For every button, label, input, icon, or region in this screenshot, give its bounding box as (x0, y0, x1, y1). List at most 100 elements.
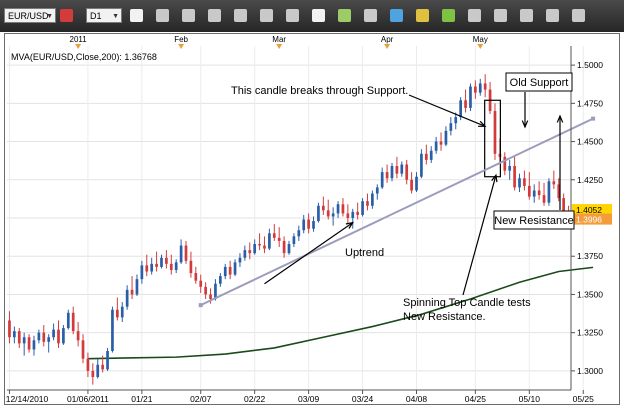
candle-body (341, 204, 345, 214)
candle-body (380, 172, 384, 188)
candle-body (405, 164, 409, 180)
candle-body (243, 250, 247, 258)
candle-body (292, 236, 296, 244)
candle-body (371, 193, 374, 206)
pencil-icon[interactable] (416, 9, 429, 22)
x-tick-label: 05/25 (573, 394, 595, 404)
spinning-top-arrow (462, 175, 497, 296)
candle-body (537, 190, 541, 196)
candle-body (469, 86, 472, 108)
candle-body (400, 164, 404, 174)
candle-body (483, 83, 487, 90)
candle-body (361, 201, 364, 215)
candle-body (145, 265, 149, 272)
candle-body (523, 178, 526, 186)
x-tick-label: 01/06/2011 (67, 394, 109, 404)
candles (8, 74, 570, 385)
candle-body (336, 204, 340, 214)
candle-body (493, 110, 497, 154)
crosshair-icon[interactable] (312, 9, 325, 22)
candle-body (474, 86, 477, 93)
price-chart[interactable]: 2011 Feb Mar Apr May 1.5000 1.4750 1.4500 1.425… (5, 34, 619, 404)
cursor-icon[interactable] (130, 9, 143, 22)
candle-body (71, 312, 75, 332)
annotations: This candle breaks through Support. Old S… (231, 72, 575, 323)
candle-body (395, 166, 399, 174)
candle-body (326, 210, 330, 217)
candle-body (96, 364, 100, 378)
channel-icon[interactable] (468, 9, 481, 22)
gann-icon[interactable] (520, 9, 533, 22)
candle-body (248, 250, 252, 254)
candle-body (228, 266, 232, 275)
candle-body (199, 280, 203, 287)
candle-body (424, 153, 428, 160)
candle-body (101, 364, 104, 370)
month-marker-icon (178, 44, 185, 49)
candle-body (562, 198, 565, 212)
timeframe-selector[interactable]: D1 ▼ (86, 8, 122, 23)
candle-body (410, 179, 413, 191)
y-tick-label: 1.3750 (577, 251, 603, 261)
bar-chart-icon[interactable] (156, 9, 169, 22)
candle-body (277, 237, 281, 241)
candle-body (312, 221, 315, 229)
candlestick-icon[interactable] (182, 9, 195, 22)
chart-frame: 2011 Feb Mar Apr May 1.5000 1.4750 1.4500 1.425… (4, 33, 620, 405)
candle-body (459, 100, 463, 118)
candle-body (135, 279, 139, 295)
zoom-in-icon[interactable] (234, 9, 247, 22)
candle-body (120, 306, 124, 318)
candle-body (194, 273, 198, 281)
trendline-icon[interactable] (442, 9, 455, 22)
candle-body (390, 166, 394, 179)
indicator-icon[interactable] (338, 9, 351, 22)
y-tick-label: 1.4500 (577, 137, 603, 147)
x-tick-label: 04/08 (406, 394, 428, 404)
candle-body (552, 181, 556, 185)
candle-body (233, 262, 237, 275)
month-marker-icon (276, 44, 283, 49)
candle-body (223, 266, 227, 277)
candle-body (258, 243, 261, 246)
x-tick-label: 03/09 (298, 394, 320, 404)
candle-body (503, 156, 507, 171)
candle-body (297, 230, 301, 237)
candle-body (434, 141, 438, 151)
candle-body (272, 233, 276, 238)
candle-body (32, 340, 36, 350)
candle-body (150, 263, 154, 272)
x-tick-label: 12/14/2010 (6, 394, 49, 404)
candle-body (518, 178, 521, 188)
symbol-selector[interactable]: EUR/USD ▼ (4, 8, 56, 23)
support-handle (198, 303, 203, 308)
candle-body (115, 309, 119, 318)
candle-body (140, 265, 144, 280)
candle-body (86, 358, 90, 371)
text-icon[interactable] (572, 9, 585, 22)
month-marker-icon (477, 44, 484, 49)
candle-body (346, 213, 350, 218)
scroll-icon[interactable] (286, 9, 299, 22)
candle-body (464, 100, 467, 108)
candle-body (420, 153, 423, 177)
candle-body (66, 312, 70, 329)
y-tick-label: 1.4750 (577, 98, 603, 108)
draw-icon[interactable] (546, 9, 559, 22)
current-price-label: 1.4052 (576, 205, 602, 215)
candle-body (91, 370, 95, 378)
globe-icon[interactable] (390, 9, 403, 22)
comment-icon[interactable] (364, 9, 377, 22)
close-symbol-icon[interactable] (60, 9, 73, 22)
line-chart-icon[interactable] (208, 9, 221, 22)
zoom-out-icon[interactable] (260, 9, 273, 22)
chevron-down-icon: ▼ (112, 13, 119, 20)
candle-body (204, 286, 207, 295)
month-label: 2011 (70, 35, 88, 44)
fibonacci-icon[interactable] (494, 9, 507, 22)
candle-body (238, 257, 242, 263)
candle-body (454, 117, 458, 124)
candle-body (169, 263, 173, 270)
candle-body (307, 219, 310, 229)
candle-body (429, 150, 433, 160)
